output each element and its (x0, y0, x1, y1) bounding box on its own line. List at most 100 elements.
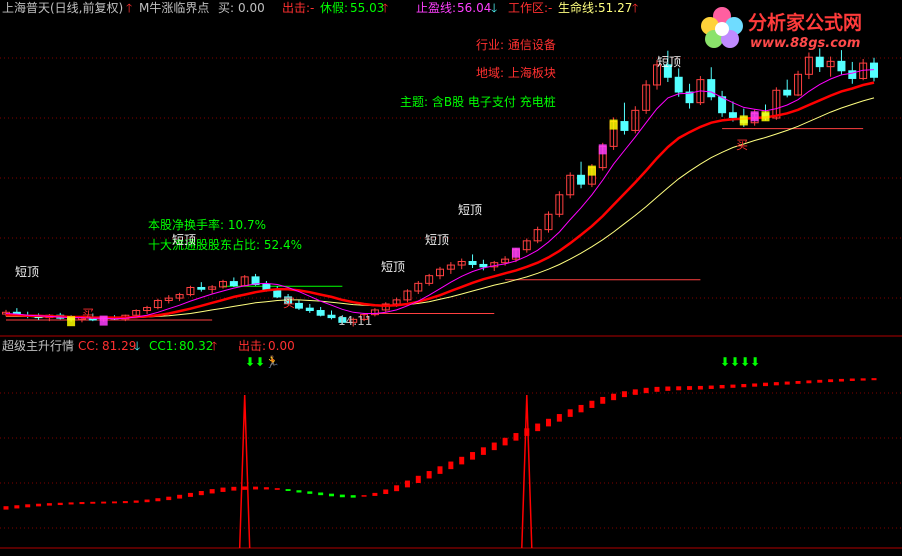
cc-value: 81.29 (102, 339, 137, 353)
ribbon-bar (535, 423, 541, 432)
candle-body (294, 302, 303, 309)
ribbon-bar (296, 490, 302, 493)
ribbon-bar (350, 495, 356, 498)
candle-body (707, 79, 716, 98)
cc-label: CC: (78, 339, 99, 353)
ribbon-bar (806, 380, 812, 384)
ribbon-bar (643, 387, 649, 394)
ribbon-bar (773, 382, 779, 386)
cc-ribbon (3, 378, 877, 510)
highlight-bar (598, 144, 607, 155)
support-levels (6, 128, 864, 321)
ribbon-bar (838, 378, 844, 382)
chuji-label: 出击: (282, 1, 311, 15)
ribbon-bar (253, 486, 259, 490)
zhiying-label: 止盈线: (416, 1, 457, 15)
stock-title: 上海普天(日线,前复权) (2, 1, 124, 15)
ribbon-bar (513, 433, 519, 441)
highlight-bar (587, 165, 596, 176)
ribbon-bar (828, 379, 834, 383)
indicator-name: M牛涨临界点 (139, 1, 210, 15)
arrow-up-icon: 🡑 (126, 1, 133, 15)
ribbon-bar (784, 381, 790, 385)
ribbon-bar (459, 456, 465, 465)
arrow-down-icon: 🡓 (491, 1, 498, 15)
short-top-label: 短顶 (458, 203, 483, 217)
ribbon-bar (817, 379, 823, 383)
xiujia-label: 休假: (320, 1, 349, 15)
arrow-up-icon: 🡑 (382, 1, 389, 15)
ribbon-bar (394, 485, 400, 492)
ribbon-bar (187, 492, 193, 497)
cc1-value: 80.32 (179, 339, 214, 353)
short-top-label: 短顶 (425, 233, 450, 247)
ribbon-bar (101, 501, 107, 504)
ribbon-bar (329, 493, 334, 497)
ribbon-bar (470, 452, 476, 460)
ribbon-bar (849, 378, 855, 381)
candle-body (577, 174, 586, 185)
ribbon-bar (166, 496, 172, 501)
highlight-bar (609, 119, 618, 130)
zhiying-value: 56.04 (457, 1, 492, 15)
buy-mark: 买 (82, 307, 95, 321)
ribbon-bar (708, 385, 714, 389)
lower-chuji-value: 0.00 (268, 339, 295, 353)
buy-value: 0.00 (238, 1, 265, 15)
buy-label: 买: (218, 1, 235, 15)
candle-body (327, 314, 336, 319)
ribbon-bar (589, 400, 595, 408)
ribbon-bar (871, 378, 877, 381)
candle-body (620, 121, 629, 131)
ribbon-bar (383, 489, 389, 495)
short-top-label: 短顶 (15, 265, 40, 279)
short-top-label: 短顶 (657, 55, 682, 69)
ribbon-bar (122, 501, 128, 504)
ribbon-bar (556, 414, 562, 422)
ribbon-bar (448, 461, 454, 470)
buy-mark: 买 (283, 296, 296, 310)
ribbon-bar (404, 480, 410, 488)
candle-body (674, 76, 683, 93)
ma-slow-line (6, 97, 875, 319)
cc1-label: CC1: (149, 339, 178, 353)
ribbon-bar (79, 502, 85, 505)
ribbon-bar (144, 499, 150, 503)
ribbon-bar (198, 491, 204, 496)
highlight-bar (511, 247, 520, 258)
gongzuo-value: - (548, 1, 553, 15)
ribbon-bar (860, 378, 866, 381)
candles (2, 48, 878, 327)
industry-text: 行业: 通信设备 (476, 38, 556, 52)
ribbon-bar (209, 489, 215, 494)
buy-mark: 买 (736, 138, 749, 152)
shengming-value: 51.27 (598, 1, 633, 15)
ribbon-bar (795, 380, 801, 384)
ribbon-bar (339, 494, 345, 498)
highlight-bar (67, 316, 76, 327)
arrow-down-icon: 🡓 (134, 339, 141, 353)
ribbon-bar (263, 487, 269, 490)
ribbon-bar (491, 442, 497, 451)
ribbon-bar (307, 491, 313, 494)
ribbon-bar (665, 386, 671, 391)
ribbon-bar (36, 503, 42, 507)
ribbon-bar (676, 386, 682, 391)
short-top-label: 短顶 (381, 260, 406, 274)
logo-name: 分析家公式网 (748, 12, 863, 34)
short-top-label: 短顶 (172, 233, 197, 247)
ribbon-bar (220, 487, 226, 492)
ribbon-bar (687, 386, 693, 390)
logo-url: www.88gs.com (750, 36, 861, 51)
candle-body (728, 112, 737, 118)
runner-icon: 🏃 (265, 355, 280, 369)
ribbon-bar (632, 389, 638, 395)
xiujia-value: 55.03 (350, 1, 385, 15)
low-price-label: 14.11 (338, 314, 373, 328)
highlight-bar (99, 315, 108, 326)
arrow-up-icon: 🡑 (211, 339, 218, 353)
ribbon-bar (752, 383, 758, 387)
ribbon-bar (730, 384, 736, 388)
ribbon-bar (57, 502, 63, 506)
ribbon-bar (578, 404, 584, 413)
